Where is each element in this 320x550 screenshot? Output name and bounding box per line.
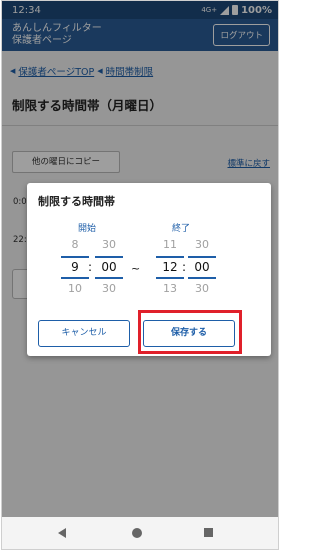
end-minute-picker[interactable]: 00 [189,260,215,274]
start-label: 開始 [77,224,96,234]
cancel-button[interactable]: キャンセル [38,320,130,347]
start-hour-picker[interactable]: 9 [62,260,88,274]
end-hour-prev[interactable]: 11 [157,238,183,251]
end-min-next[interactable]: 30 [189,282,215,295]
home-icon[interactable] [132,528,142,538]
picker-line [156,256,184,258]
start-minute-picker[interactable]: 00 [96,260,122,274]
start-min-next[interactable]: 30 [96,282,122,295]
picker-line [95,277,123,279]
picker-line [61,256,89,258]
end-min-prev[interactable]: 30 [189,238,215,251]
range-separator: ~ [131,262,141,275]
picker-line [188,277,216,279]
phone-screen: 12:34 4G+ 100% あんしんフィルター 保護者ページ ログアウト ◀ … [1,0,279,550]
end-hour-next[interactable]: 13 [157,282,183,295]
back-icon[interactable] [58,528,66,538]
picker-line [61,277,89,279]
start-hour-next[interactable]: 10 [62,282,88,295]
start-min-prev[interactable]: 30 [96,238,122,251]
system-nav-bar [2,517,278,549]
start-colon: : [88,260,93,274]
picker-line [95,256,123,258]
recents-icon[interactable] [204,528,213,537]
picker-line [188,256,216,258]
end-label: 終了 [171,224,190,234]
start-hour-prev[interactable]: 8 [62,238,88,251]
dialog-title: 制限する時間帯 [38,195,115,208]
save-highlight-box [138,310,242,354]
picker-line [156,277,184,279]
end-colon: : [182,260,187,274]
end-hour-picker[interactable]: 12 [157,260,183,274]
